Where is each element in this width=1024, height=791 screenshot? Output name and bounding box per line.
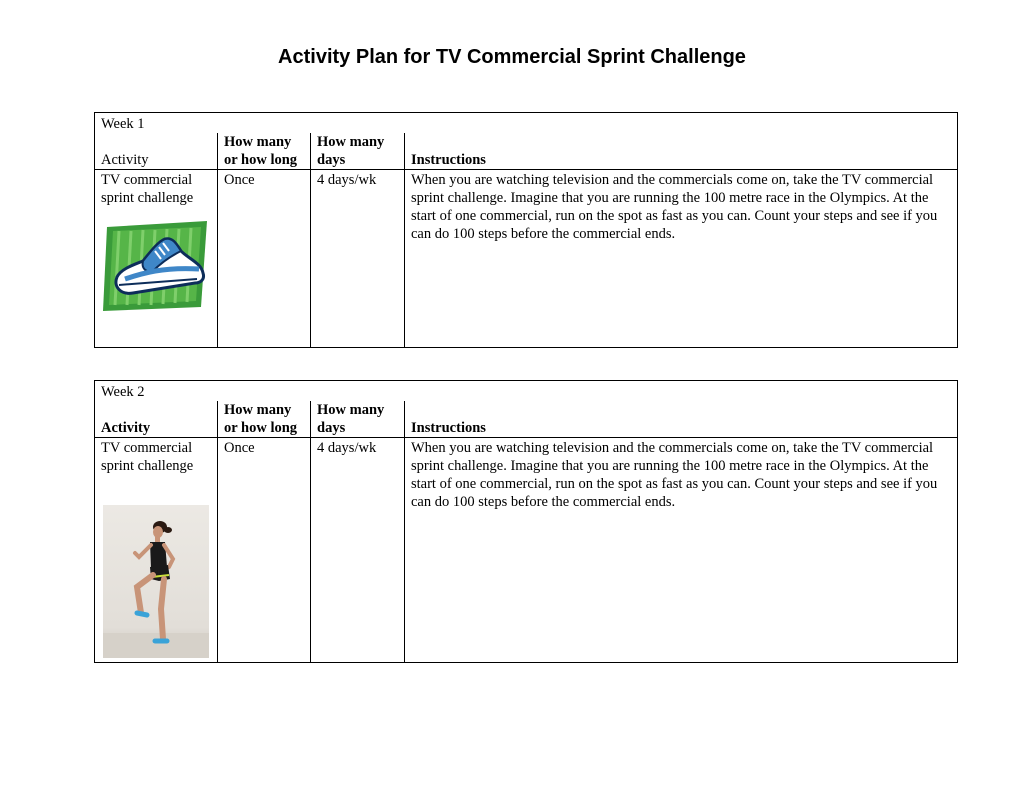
days-cell: 4 days/wk bbox=[310, 437, 405, 663]
header-how-many: How many or how long bbox=[217, 133, 311, 170]
instructions-cell: When you are watching television and the… bbox=[403, 437, 959, 663]
how-many-cell: Once bbox=[217, 169, 311, 348]
header-instructions: Instructions bbox=[403, 133, 959, 170]
page-title: Activity Plan for TV Commercial Sprint C… bbox=[278, 46, 746, 68]
week-2-table: Week 2 Activity How many or how long How … bbox=[93, 380, 959, 663]
header-days: How many days bbox=[310, 133, 405, 170]
header-instructions: Instructions bbox=[403, 401, 959, 438]
instructions-cell: When you are watching television and the… bbox=[403, 169, 959, 348]
how-many-cell: Once bbox=[217, 437, 311, 663]
header-how-many: How many or how long bbox=[217, 401, 311, 438]
running-shoe-icon bbox=[103, 221, 209, 311]
header-activity: Activity bbox=[94, 401, 218, 438]
activity-name: TV commercial sprint challenge bbox=[101, 440, 194, 474]
week-1-table: Week 1 Activity How many or how long How … bbox=[93, 112, 959, 348]
activity-cell: TV commercial sprint challenge bbox=[94, 437, 218, 663]
woman-running-in-place-photo bbox=[103, 505, 209, 658]
days-cell: 4 days/wk bbox=[310, 169, 405, 348]
header-days: How many days bbox=[310, 401, 405, 438]
activity-cell: TV commercial sprint challenge bbox=[94, 169, 218, 348]
activity-name: TV commercial sprint challenge bbox=[101, 172, 194, 206]
week-label: Week 1 bbox=[93, 112, 959, 133]
header-activity: Activity bbox=[94, 133, 218, 170]
week-label: Week 2 bbox=[93, 380, 959, 401]
